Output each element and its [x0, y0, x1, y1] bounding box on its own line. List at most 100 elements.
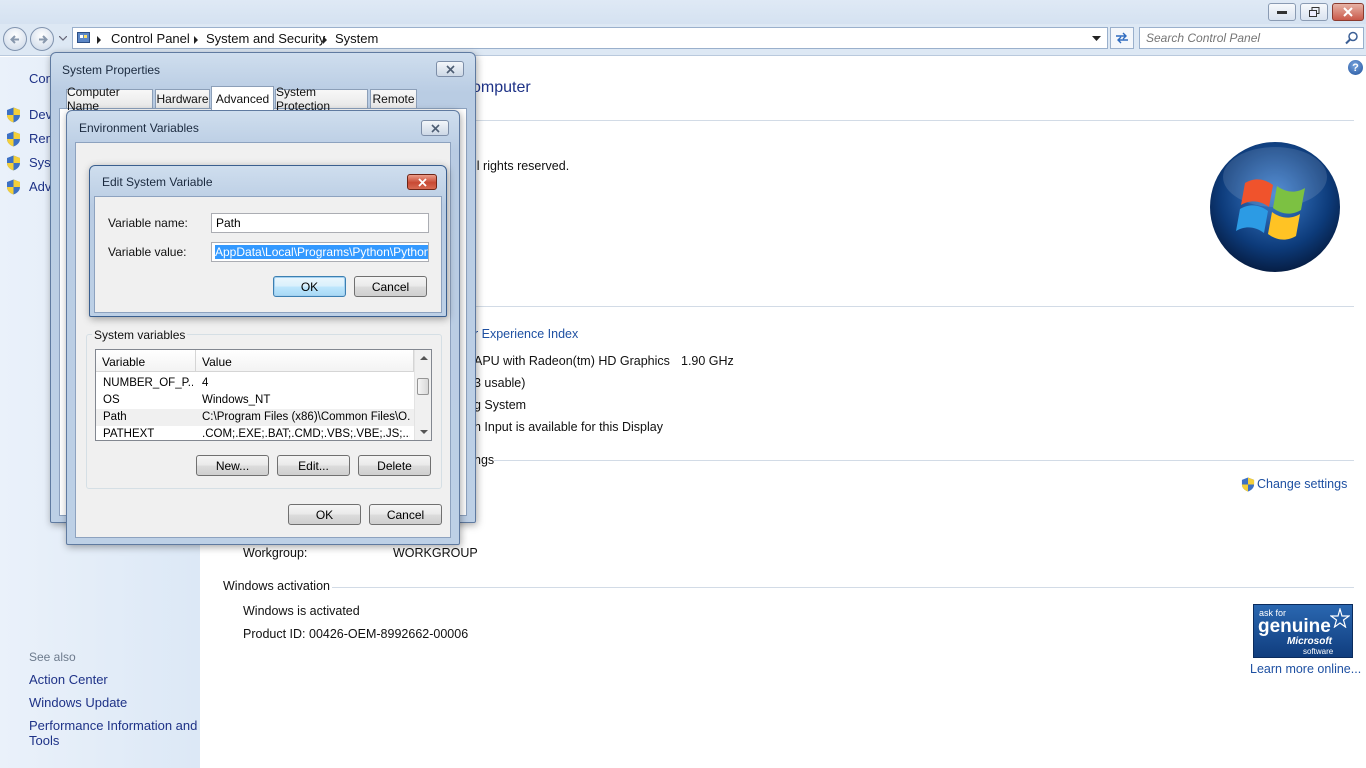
- vertical-scrollbar[interactable]: [414, 350, 431, 440]
- divider: [474, 306, 1354, 307]
- divider: [474, 120, 1354, 121]
- action-center-link[interactable]: Action Center: [29, 672, 108, 687]
- close-button[interactable]: [436, 61, 464, 77]
- system-variables-list[interactable]: Variable Value NUMBER_OF_P... 4 OS Windo…: [95, 349, 432, 441]
- refresh-button[interactable]: [1110, 27, 1134, 49]
- tab-remote[interactable]: Remote: [370, 89, 417, 108]
- table-row-selected[interactable]: Path C:\Program Files (x86)\Common Files…: [96, 409, 414, 426]
- variable-value-label: Variable value:: [108, 245, 187, 259]
- search-input[interactable]: [1146, 31, 1336, 45]
- close-window-button[interactable]: [1332, 3, 1364, 21]
- learn-more-link[interactable]: Learn more online...: [1250, 662, 1361, 676]
- minimize-button[interactable]: [1268, 3, 1296, 21]
- breadcrumb-control-panel[interactable]: Control Panel: [111, 31, 190, 46]
- control-panel-icon: [77, 32, 90, 43]
- table-row[interactable]: PATHEXT .COM;.EXE;.BAT;.CMD;.VBS;.VBE;.J…: [96, 426, 414, 440]
- uac-shield-icon: [1241, 477, 1255, 492]
- ok-button[interactable]: OK: [288, 504, 361, 525]
- breadcrumb-system[interactable]: System: [335, 31, 378, 46]
- change-settings-link[interactable]: Change settings: [1257, 477, 1347, 491]
- search-icon[interactable]: [1345, 31, 1359, 45]
- dialog-title: Edit System Variable: [102, 175, 213, 189]
- page-heading: omputer: [472, 79, 531, 96]
- close-button[interactable]: [407, 174, 437, 190]
- variable-name-label: Variable name:: [108, 216, 188, 230]
- new-variable-button[interactable]: New...: [196, 455, 269, 476]
- ok-button[interactable]: OK: [273, 276, 346, 297]
- back-button[interactable]: [3, 27, 27, 51]
- forward-arrow-icon: [39, 35, 48, 44]
- advanced-system-settings-link[interactable]: Adv: [29, 179, 51, 194]
- back-arrow-icon: [10, 35, 19, 44]
- pen-touch-value: h Input is available for this Display: [474, 420, 663, 434]
- table-row[interactable]: OS Windows_NT: [96, 392, 414, 409]
- tab-advanced[interactable]: Advanced: [211, 86, 274, 110]
- genuine-line3: Microsoft: [1287, 636, 1332, 647]
- tab-hardware[interactable]: Hardware: [155, 89, 210, 108]
- table-row[interactable]: NUMBER_OF_P... 4: [96, 375, 414, 392]
- copyright-text: ll rights reserved.: [474, 159, 570, 173]
- column-header-value[interactable]: Value: [196, 350, 414, 372]
- variable-name-cell: PATHEXT: [103, 428, 155, 440]
- tab-computer-name[interactable]: Computer Name: [66, 85, 153, 113]
- computer-name-section-title: ngs: [474, 453, 495, 467]
- windows-update-link[interactable]: Windows Update: [29, 695, 127, 710]
- tab-system-protection[interactable]: System Protection: [275, 85, 368, 113]
- scroll-thumb[interactable]: [417, 378, 429, 395]
- uac-shield-icon: [7, 155, 20, 171]
- uac-shield-icon: [7, 131, 20, 147]
- refresh-icon: [1116, 32, 1128, 44]
- address-dropdown-icon[interactable]: [1092, 36, 1101, 41]
- scroll-down-icon[interactable]: [420, 430, 428, 434]
- activation-status: Windows is activated: [243, 604, 360, 618]
- variable-name-field[interactable]: Path: [211, 213, 429, 233]
- system-type-value: g System: [474, 398, 527, 412]
- variable-value-cell: C:\Program Files (x86)\Common Files\O...: [202, 411, 410, 423]
- breadcrumb-system-and-security[interactable]: System and Security: [206, 31, 325, 46]
- variable-value-field[interactable]: AppData\Local\Programs\Python\Python38: [211, 242, 429, 262]
- help-icon[interactable]: ?: [1348, 60, 1363, 75]
- scroll-up-icon[interactable]: [420, 356, 428, 360]
- cancel-button[interactable]: Cancel: [369, 504, 442, 525]
- breadcrumb-separator: [194, 36, 198, 44]
- cancel-button[interactable]: Cancel: [354, 276, 427, 297]
- see-also-heading: See also: [29, 650, 76, 664]
- windows-logo-icon: [1210, 142, 1340, 272]
- window-titlebar: [0, 0, 1366, 24]
- performance-information-link[interactable]: Performance Information and: [29, 718, 197, 733]
- variable-name-cell: Path: [103, 411, 127, 423]
- product-id: Product ID: 00426-OEM-8992662-00006: [243, 627, 469, 641]
- genuine-line4: software: [1303, 647, 1334, 656]
- selected-text: AppData\Local\Programs\Python\Python38: [215, 245, 428, 259]
- breadcrumb-separator: [323, 36, 327, 44]
- workgroup-label: Workgroup:: [243, 546, 308, 560]
- star-icon: [1330, 608, 1350, 628]
- column-header-variable[interactable]: Variable: [96, 350, 196, 372]
- processor-speed: 1.90 GHz: [681, 354, 734, 368]
- close-icon: [417, 177, 427, 187]
- recent-pages-chevron-icon[interactable]: [59, 36, 67, 41]
- close-icon: [445, 64, 455, 74]
- restore-button[interactable]: [1300, 3, 1328, 21]
- genuine-microsoft-badge[interactable]: ask for genuine Microsoft software: [1253, 604, 1353, 658]
- search-box[interactable]: [1139, 27, 1364, 49]
- restore-icon: [1308, 7, 1319, 17]
- variable-name-cell: OS: [103, 394, 120, 406]
- device-manager-link[interactable]: Dev: [29, 107, 52, 122]
- delete-variable-button[interactable]: Delete: [358, 455, 431, 476]
- processor-value: APU with Radeon(tm) HD Graphics: [474, 354, 670, 368]
- close-button[interactable]: [421, 120, 449, 136]
- address-bar[interactable]: Control Panel System and Security System: [72, 27, 1108, 49]
- dialog-title: System Properties: [62, 63, 161, 77]
- divider: [332, 587, 1354, 588]
- minimize-icon: [1277, 11, 1287, 14]
- close-icon: [430, 123, 440, 133]
- divider: [494, 460, 1354, 461]
- uac-shield-icon: [7, 107, 20, 123]
- close-icon: [1343, 7, 1353, 17]
- variable-value-cell: .COM;.EXE;.BAT;.CMD;.VBS;.VBE;.JS;....: [202, 428, 410, 440]
- performance-information-link-line2[interactable]: Tools: [29, 733, 59, 748]
- experience-index-link[interactable]: r Experience Index: [474, 327, 578, 341]
- edit-variable-button[interactable]: Edit...: [277, 455, 350, 476]
- forward-button[interactable]: [30, 27, 54, 51]
